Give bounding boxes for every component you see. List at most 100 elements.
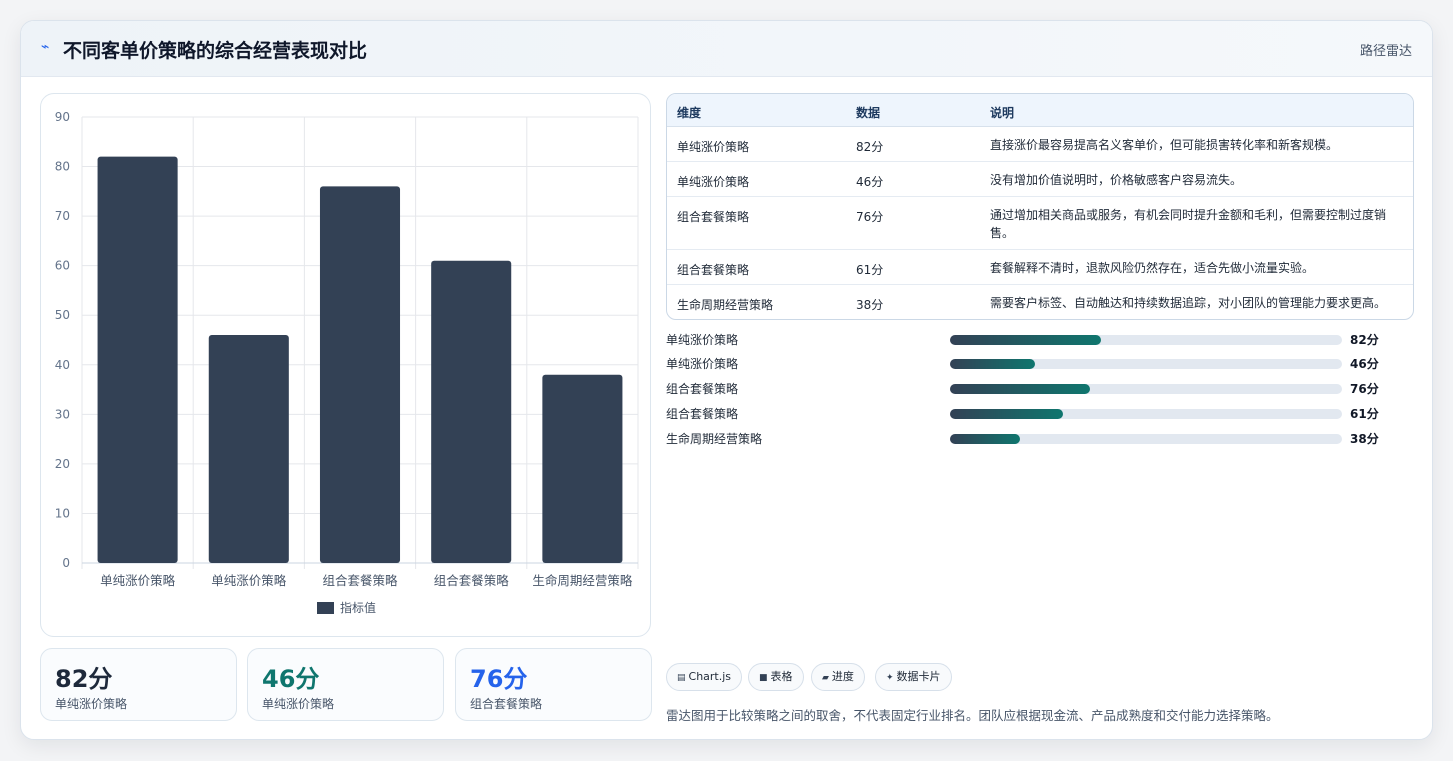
progress-value: 38分: [1350, 432, 1379, 446]
progress-track: [950, 335, 1342, 345]
table-cell: 组合套餐策略: [677, 210, 750, 224]
table-row: 组合套餐策略 76分 通过增加相关商品或服务，有机会同时提升金额和毛利，但需要控…: [667, 197, 1413, 250]
data-table: 维度 数据 说明 单纯涨价策略 82分 直接涨价最容易提高名义客单价，但可能损害…: [666, 93, 1414, 320]
kpi-card: 82分 单纯涨价策略: [40, 648, 237, 721]
progress-fill: [950, 409, 1063, 419]
table-row: 单纯涨价策略 46分 没有增加价值说明时，价格敏感客户容易流失。: [667, 162, 1413, 197]
bar-chart: 0 10 20 30 40 50 60 70 80 90 单纯涨价策略 单纯涨价策略 组合套餐策略 组合套…: [55, 110, 639, 615]
progress-track: [950, 384, 1342, 394]
progress-track: [950, 434, 1342, 444]
tag-label: 数据卡片: [896, 670, 941, 683]
bar: [319, 186, 401, 563]
progress-fill: [950, 434, 1020, 444]
table-cell: 46分: [856, 175, 884, 189]
kpi-value: 82分: [55, 665, 113, 693]
y-tick-label: 20: [55, 457, 70, 471]
bar-chart-panel: 0 10 20 30 40 50 60 70 80 90 单纯涨价策略 单纯涨价策略 组合套餐策略 组合套…: [40, 93, 651, 637]
table-row: 组合套餐策略 61分 套餐解释不清时，退款风险仍然存在，适合先做小流量实验。: [667, 250, 1413, 285]
x-tick-label: 生命周期经营策略: [532, 573, 633, 588]
table-cell: 单纯涨价策略: [677, 175, 750, 189]
table-row: 生命周期经营策略 38分 需要客户标签、自动触达和持续数据追踪，对小团队的管理能…: [667, 285, 1413, 319]
y-tick-label: 70: [55, 209, 70, 223]
chart-icon: ▤: [677, 673, 686, 683]
table-cell: 82分: [856, 140, 884, 154]
progress-icon: ▰: [822, 673, 829, 683]
progress-fill: [950, 384, 1090, 394]
tag-table[interactable]: ■ 表格: [748, 663, 804, 691]
table-cell: 61分: [856, 263, 884, 277]
progress-row: 组合套餐策略 76分: [666, 378, 1414, 398]
table-cell: 直接涨价最容易提高名义客单价，但可能损害转化率和新客规模。: [990, 138, 1339, 152]
x-tick-label: 单纯涨价策略: [100, 573, 176, 588]
kpi-card: 46分 单纯涨价策略: [247, 648, 444, 721]
progress-label: 组合套餐策略: [666, 382, 739, 396]
table-cell: 没有增加价值说明时，价格敏感客户容易流失。: [990, 173, 1243, 187]
y-tick-label: 10: [55, 506, 70, 520]
progress-value: 76分: [1350, 382, 1379, 396]
page-title: 不同客单价策略的综合经营表现对比: [63, 40, 368, 62]
legend-swatch: [317, 602, 334, 614]
column-header: 说明: [990, 106, 1015, 120]
table-icon: ■: [759, 673, 768, 683]
y-tick-label: 90: [55, 110, 70, 124]
table-cell: 组合套餐策略: [677, 263, 750, 277]
header-badge: 路径雷达: [1359, 44, 1412, 59]
x-tick-label: 组合套餐策略: [322, 573, 398, 588]
table-cell: 单纯涨价策略: [677, 140, 750, 154]
table-cell: 需要客户标签、自动触达和持续数据追踪，对小团队的管理能力要求更高。: [990, 296, 1387, 310]
table-cell: 38分: [856, 298, 884, 312]
y-tick-label: 80: [55, 160, 70, 174]
progress-label: 单纯涨价策略: [666, 333, 739, 347]
kpi-value: 76分: [470, 665, 528, 693]
bar: [97, 156, 178, 563]
x-tick-label: 组合套餐策略: [434, 573, 510, 588]
progress-value: 46分: [1350, 357, 1379, 371]
tag-data-card[interactable]: ✦ 数据卡片: [875, 663, 952, 691]
progress-row: 生命周期经营策略 38分: [666, 428, 1414, 448]
progress-label: 生命周期经营策略: [666, 432, 763, 446]
progress-row: 单纯涨价策略 46分: [666, 353, 1414, 373]
kpi-label: 单纯涨价策略: [55, 697, 128, 711]
kpi-value: 46分: [262, 665, 320, 693]
table-cell: 通过增加相关商品或服务，有机会同时提升金额和毛利，但需要控制过度销售。: [990, 208, 1387, 240]
progress-label: 组合套餐策略: [666, 407, 739, 421]
progress-value: 61分: [1350, 407, 1379, 421]
legend-label: 指标值: [340, 600, 376, 615]
pulse-icon: ⌁: [41, 39, 50, 55]
progress-value: 82分: [1350, 333, 1379, 347]
tag-label: 进度: [831, 670, 854, 683]
bar: [431, 260, 512, 563]
card-icon: ✦: [886, 673, 894, 683]
card-header: ⌁ 不同客单价策略的综合经营表现对比 路径雷达: [21, 21, 1432, 77]
table-header: 维度 数据 说明: [667, 94, 1413, 127]
tag-chartjs[interactable]: ▤ Chart.js: [666, 663, 743, 691]
y-tick-label: 40: [55, 358, 70, 372]
footnote: 雷达图用于比较策略之间的取舍，不代表固定行业排名。团队应根据现金流、产品成熟度和…: [666, 708, 1279, 723]
progress-row: 组合套餐策略 61分: [666, 403, 1414, 423]
progress-track: [950, 409, 1342, 419]
progress-label: 单纯涨价策略: [666, 357, 739, 371]
column-header: 数据: [856, 106, 881, 120]
table-cell: 套餐解释不清时，退款风险仍然存在，适合先做小流量实验。: [990, 261, 1315, 275]
kpi-label: 组合套餐策略: [470, 697, 543, 711]
progress-row: 单纯涨价策略 82分: [666, 329, 1414, 349]
kpi-card: 76分 组合套餐策略: [455, 648, 652, 721]
progress-track: [950, 359, 1342, 369]
progress-fill: [950, 335, 1101, 345]
y-tick-label: 0: [62, 556, 70, 570]
tag-progress[interactable]: ▰ 进度: [811, 663, 865, 691]
y-tick-label: 60: [55, 259, 70, 273]
bar: [208, 335, 289, 563]
tag-label: 表格: [770, 670, 793, 683]
x-tick-label: 单纯涨价策略: [211, 573, 287, 588]
y-tick-label: 30: [55, 407, 70, 421]
column-header: 维度: [677, 106, 702, 120]
report-card: ⌁ 不同客单价策略的综合经营表现对比 路径雷达 0 10 20 30 40 50 60 70 8…: [20, 20, 1433, 740]
progress-fill: [950, 359, 1035, 369]
bar: [542, 374, 623, 563]
table-cell: 生命周期经营策略: [677, 298, 774, 312]
table-cell: 76分: [856, 210, 884, 224]
table-row: 单纯涨价策略 82分 直接涨价最容易提高名义客单价，但可能损害转化率和新客规模。: [667, 127, 1413, 162]
kpi-label: 单纯涨价策略: [262, 697, 335, 711]
tag-label: Chart.js: [688, 670, 732, 683]
